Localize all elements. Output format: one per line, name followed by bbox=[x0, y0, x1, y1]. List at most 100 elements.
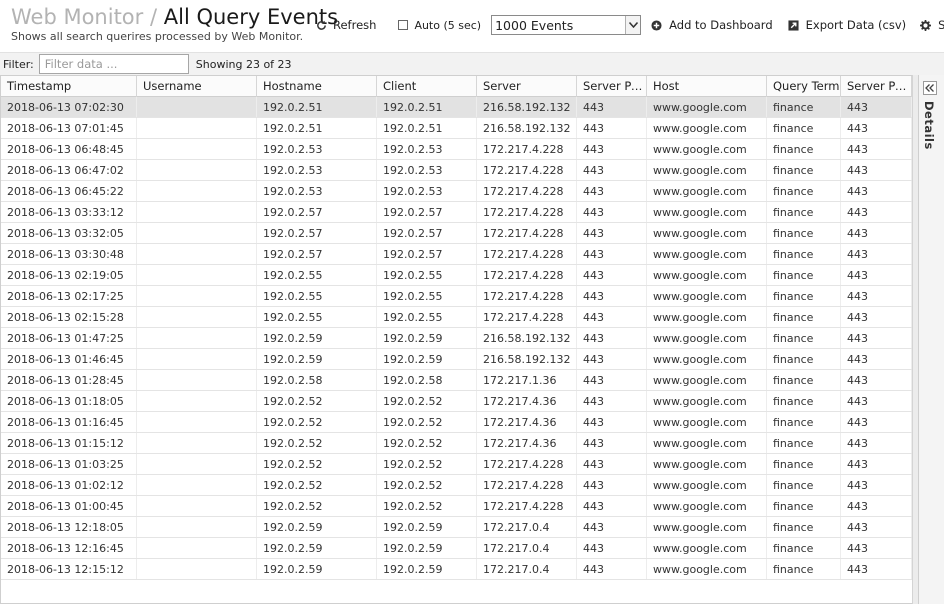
settings-button[interactable]: S bbox=[920, 18, 944, 32]
cell-client: 192.0.2.52 bbox=[377, 454, 477, 474]
export-csv-button[interactable]: Export Data (csv) bbox=[788, 18, 906, 32]
column-header-server-port-2[interactable]: Server Port bbox=[841, 76, 912, 97]
filter-input[interactable] bbox=[38, 54, 189, 74]
cell-host: www.google.com bbox=[647, 139, 767, 159]
table-row[interactable]: 2018-06-13 03:32:05 192.0.2.57 192.0.2.57 1… bbox=[1, 223, 912, 244]
cell-timestamp: 2018-06-13 12:18:05 bbox=[1, 517, 137, 537]
cell-hostname: 192.0.2.58 bbox=[257, 370, 377, 390]
cell-client: 192.0.2.57 bbox=[377, 244, 477, 264]
table-row[interactable]: 2018-06-13 12:18:05 192.0.2.59 192.0.2.59 1… bbox=[1, 517, 912, 538]
cell-timestamp: 2018-06-13 07:02:30 bbox=[1, 97, 137, 117]
chevron-down-icon[interactable] bbox=[625, 16, 641, 34]
cell-username bbox=[137, 538, 257, 558]
table-row[interactable]: 2018-06-13 03:33:12 192.0.2.57 192.0.2.57 1… bbox=[1, 202, 912, 223]
cell-query-term: finance bbox=[767, 265, 841, 285]
column-header-timestamp[interactable]: Timestamp bbox=[1, 76, 137, 97]
cell-client: 192.0.2.59 bbox=[377, 559, 477, 579]
cell-query-term: finance bbox=[767, 412, 841, 432]
cell-timestamp: 2018-06-13 01:03:25 bbox=[1, 454, 137, 474]
cell-server: 172.217.4.36 bbox=[477, 391, 577, 411]
cell-username bbox=[137, 433, 257, 453]
column-header-username[interactable]: Username bbox=[137, 76, 257, 97]
cell-host: www.google.com bbox=[647, 391, 767, 411]
refresh-label: Refresh bbox=[333, 18, 377, 32]
cell-server-port-2: 443 bbox=[841, 433, 912, 453]
cell-server-port: 443 bbox=[577, 433, 647, 453]
cell-server: 172.217.4.228 bbox=[477, 265, 577, 285]
cell-username bbox=[137, 160, 257, 180]
table-row[interactable]: 2018-06-13 03:30:48 192.0.2.57 192.0.2.57 1… bbox=[1, 244, 912, 265]
cell-query-term: finance bbox=[767, 328, 841, 348]
table-row[interactable]: 2018-06-13 07:01:45 192.0.2.51 192.0.2.51 2… bbox=[1, 118, 912, 139]
auto-refresh-checkbox[interactable] bbox=[398, 20, 409, 30]
cell-server: 172.217.4.36 bbox=[477, 433, 577, 453]
cell-timestamp: 2018-06-13 03:32:05 bbox=[1, 223, 137, 243]
filter-label: Filter: bbox=[3, 57, 34, 71]
table-row[interactable]: 2018-06-13 01:18:05 192.0.2.52 192.0.2.52 1… bbox=[1, 391, 912, 412]
cell-host: www.google.com bbox=[647, 412, 767, 432]
table-row[interactable]: 2018-06-13 01:02:12 192.0.2.52 192.0.2.52 1… bbox=[1, 475, 912, 496]
cell-client: 192.0.2.55 bbox=[377, 286, 477, 306]
cell-client: 192.0.2.53 bbox=[377, 181, 477, 201]
column-header-server[interactable]: Server bbox=[477, 76, 577, 97]
add-to-dashboard-button[interactable]: Add to Dashboard bbox=[651, 18, 773, 32]
table-row[interactable]: 2018-06-13 12:15:12 192.0.2.59 192.0.2.59 1… bbox=[1, 559, 912, 580]
table-row[interactable]: 2018-06-13 01:03:25 192.0.2.52 192.0.2.52 1… bbox=[1, 454, 912, 475]
cell-server-port: 443 bbox=[577, 349, 647, 369]
refresh-button[interactable]: Refresh bbox=[316, 18, 376, 32]
cell-server: 172.217.4.228 bbox=[477, 244, 577, 264]
export-icon bbox=[788, 19, 799, 31]
cell-query-term: finance bbox=[767, 139, 841, 159]
cell-server: 172.217.4.228 bbox=[477, 202, 577, 222]
column-header-host[interactable]: Host bbox=[647, 76, 767, 97]
cell-server-port-2: 443 bbox=[841, 286, 912, 306]
cell-username bbox=[137, 181, 257, 201]
table-row[interactable]: 2018-06-13 06:48:45 192.0.2.53 192.0.2.53 1… bbox=[1, 139, 912, 160]
cell-server-port-2: 443 bbox=[841, 496, 912, 516]
table-row[interactable]: 2018-06-13 06:45:22 192.0.2.53 192.0.2.53 1… bbox=[1, 181, 912, 202]
events-count-select[interactable]: 1000 Events bbox=[491, 15, 642, 35]
cell-client: 192.0.2.59 bbox=[377, 538, 477, 558]
table-row[interactable]: 2018-06-13 01:47:25 192.0.2.59 192.0.2.59 2… bbox=[1, 328, 912, 349]
cell-timestamp: 2018-06-13 06:45:22 bbox=[1, 181, 137, 201]
table-row[interactable]: 2018-06-13 01:28:45 192.0.2.58 192.0.2.58 1… bbox=[1, 370, 912, 391]
column-header-query-term[interactable]: Query Term bbox=[767, 76, 841, 97]
cell-query-term: finance bbox=[767, 475, 841, 495]
cell-server: 216.58.192.132 bbox=[477, 349, 577, 369]
cell-server-port: 443 bbox=[577, 202, 647, 222]
table-row[interactable]: 2018-06-13 07:02:30 192.0.2.51 192.0.2.51 2… bbox=[1, 97, 912, 118]
cell-server: 172.217.4.228 bbox=[477, 139, 577, 159]
table-row[interactable]: 2018-06-13 02:19:05 192.0.2.55 192.0.2.55 1… bbox=[1, 265, 912, 286]
column-header-hostname[interactable]: Hostname bbox=[257, 76, 377, 97]
cell-host: www.google.com bbox=[647, 538, 767, 558]
table-row[interactable]: 2018-06-13 02:17:25 192.0.2.55 192.0.2.55 1… bbox=[1, 286, 912, 307]
cell-server-port-2: 443 bbox=[841, 202, 912, 222]
table-row[interactable]: 2018-06-13 01:46:45 192.0.2.59 192.0.2.59 2… bbox=[1, 349, 912, 370]
column-header-client[interactable]: Client bbox=[377, 76, 477, 97]
cell-host: www.google.com bbox=[647, 433, 767, 453]
cell-host: www.google.com bbox=[647, 97, 767, 117]
cell-host: www.google.com bbox=[647, 370, 767, 390]
cell-hostname: 192.0.2.53 bbox=[257, 139, 377, 159]
cell-server-port-2: 443 bbox=[841, 454, 912, 474]
cell-host: www.google.com bbox=[647, 475, 767, 495]
cell-server-port: 443 bbox=[577, 160, 647, 180]
title-block: Web Monitor / All Query Events Shows all… bbox=[11, 4, 338, 44]
table-row[interactable]: 2018-06-13 12:16:45 192.0.2.59 192.0.2.59 1… bbox=[1, 538, 912, 559]
auto-refresh-toggle[interactable]: Auto (5 sec) bbox=[398, 19, 481, 32]
cell-server-port: 443 bbox=[577, 328, 647, 348]
table-row[interactable]: 2018-06-13 02:15:28 192.0.2.55 192.0.2.55 1… bbox=[1, 307, 912, 328]
table-row[interactable]: 2018-06-13 01:16:45 192.0.2.52 192.0.2.52 1… bbox=[1, 412, 912, 433]
cell-timestamp: 2018-06-13 06:48:45 bbox=[1, 139, 137, 159]
table-row[interactable]: 2018-06-13 01:15:12 192.0.2.52 192.0.2.52 1… bbox=[1, 433, 912, 454]
column-header-server-port[interactable]: Server Port bbox=[577, 76, 647, 97]
table-row[interactable]: 2018-06-13 01:00:45 192.0.2.52 192.0.2.52 1… bbox=[1, 496, 912, 517]
showing-count: Showing 23 of 23 bbox=[195, 57, 292, 71]
page-title-text: All Query Events bbox=[163, 5, 339, 29]
collapse-details-button[interactable] bbox=[923, 81, 937, 95]
cell-hostname: 192.0.2.55 bbox=[257, 265, 377, 285]
details-panel-label[interactable]: Details bbox=[922, 101, 936, 150]
breadcrumb[interactable]: Web Monitor bbox=[11, 5, 143, 29]
table-row[interactable]: 2018-06-13 06:47:02 192.0.2.53 192.0.2.53 1… bbox=[1, 160, 912, 181]
cell-server: 172.217.0.4 bbox=[477, 559, 577, 579]
